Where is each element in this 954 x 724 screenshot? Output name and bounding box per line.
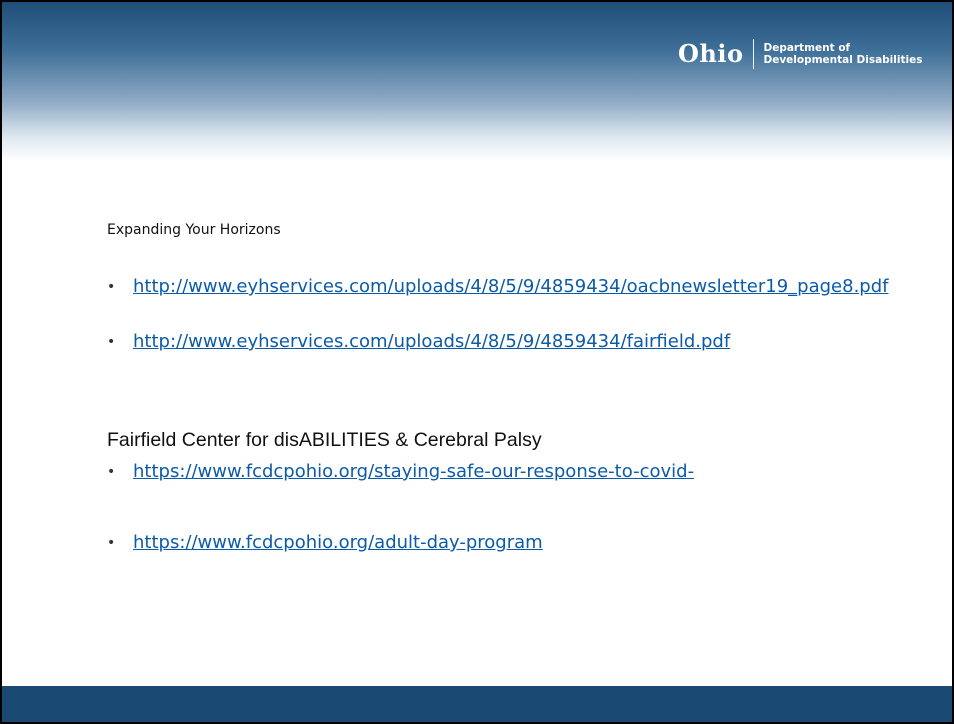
link-fcdcp-adult-day[interactable]: https://www.fcdcpohio.org/adult-day-prog… bbox=[133, 534, 893, 552]
logo-wordmark: Ohio bbox=[678, 39, 744, 68]
logo-dept-line2: Developmental Disabilities bbox=[763, 54, 923, 66]
list-item: • http://www.eyhservices.com/uploads/4/8… bbox=[107, 278, 893, 296]
footer-band bbox=[2, 686, 952, 722]
logo-divider bbox=[753, 39, 755, 69]
logo-dept-line1: Department of bbox=[763, 42, 851, 54]
ohio-dodd-logo: Ohio Department of Developmental Disabil… bbox=[678, 34, 922, 74]
list-item: • https://www.fcdcpohio.org/adult-day-pr… bbox=[107, 534, 893, 552]
header-band bbox=[2, 2, 952, 162]
bullet: • bbox=[107, 535, 116, 551]
list-item: • http://www.eyhservices.com/uploads/4/8… bbox=[107, 333, 893, 351]
slide: Ohio Department of Developmental Disabil… bbox=[2, 2, 952, 722]
bullet: • bbox=[107, 464, 116, 480]
link-fcdcp-covid[interactable]: https://www.fcdcpohio.org/staying-safe-o… bbox=[133, 463, 893, 481]
link-eyh-fairfield[interactable]: http://www.eyhservices.com/uploads/4/8/5… bbox=[133, 333, 893, 351]
bullet: • bbox=[107, 334, 116, 350]
section-heading-eyh: Expanding Your Horizons bbox=[107, 222, 281, 238]
list-item: • https://www.fcdcpohio.org/staying-safe… bbox=[107, 463, 893, 481]
link-eyh-newsletter[interactable]: http://www.eyhservices.com/uploads/4/8/5… bbox=[133, 278, 893, 296]
bullet: • bbox=[107, 279, 116, 295]
section-heading-fcdcp: Fairfield Center for disABILITIES & Cere… bbox=[107, 429, 542, 451]
logo-department: Department of Developmental Disabilities bbox=[763, 42, 922, 66]
